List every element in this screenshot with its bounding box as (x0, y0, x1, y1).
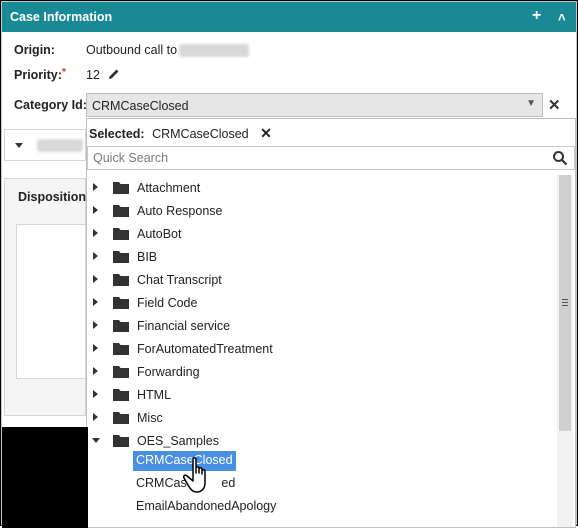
folder-label: Financial service (137, 319, 231, 333)
expanded-triangle-icon[interactable] (92, 438, 100, 443)
search-icon[interactable] (552, 150, 568, 166)
collapse-button[interactable]: ˄ (558, 8, 566, 28)
required-marker: * (61, 67, 66, 78)
tree-folder-item[interactable]: BIB (87, 246, 557, 268)
folder-icon (113, 343, 129, 355)
disposition-tab[interactable]: Disposition (18, 190, 86, 204)
tree-folder-item[interactable]: Forwarding (87, 361, 557, 383)
tree-leaf-item[interactable]: EmailAbandonedApology (133, 497, 279, 517)
collapsed-triangle-icon[interactable] (93, 252, 98, 260)
folder-label: HTML (137, 388, 172, 402)
selected-indicator: Selected: CRMCaseClosed ✕ (89, 125, 272, 141)
tree-folder-item[interactable]: HTML (87, 384, 557, 406)
panel-title: Case Information (10, 10, 113, 24)
expand-triangle-icon[interactable] (15, 143, 23, 148)
folder-label: ForAutomatedTreatment (137, 342, 273, 356)
folder-icon (113, 366, 129, 378)
folder-icon (113, 320, 129, 332)
case-information-panel: Case Information + ˄ Origin: Outbound ca… (1, 1, 577, 528)
tree-folder-item[interactable]: OES_Samples (87, 430, 557, 452)
redacted-section-title (37, 139, 83, 152)
scrollbar[interactable] (557, 175, 573, 527)
chevron-down-icon[interactable]: ▼ (526, 98, 536, 109)
folder-icon (113, 228, 129, 240)
background-dark-area (2, 427, 88, 528)
scrollbar-thumb[interactable] (559, 175, 571, 431)
collapsed-triangle-icon[interactable] (93, 275, 98, 283)
folder-label: AutoBot (137, 227, 182, 241)
folder-icon (113, 435, 129, 447)
folder-icon (113, 412, 129, 424)
folder-icon (113, 182, 129, 194)
collapsed-triangle-icon[interactable] (93, 390, 98, 398)
folder-label: Auto Response (137, 204, 223, 218)
origin-label: Origin: (14, 43, 55, 57)
folder-label: BIB (137, 250, 158, 264)
folder-label: Attachment (137, 181, 201, 195)
folder-icon (113, 251, 129, 263)
tree-folder-item[interactable]: AutoBot (87, 223, 557, 245)
collapsed-triangle-icon[interactable] (93, 321, 98, 329)
tree-folder-item[interactable]: Auto Response (87, 200, 557, 222)
category-id-value: CRMCaseClosed (92, 99, 189, 113)
collapsed-triangle-icon[interactable] (93, 298, 98, 306)
category-dropdown: Selected: CRMCaseClosed ✕ Attachment Auto… (86, 118, 576, 528)
folder-label: OES_Samples (137, 434, 219, 448)
category-tree: Attachment Auto Response AutoBot BIB Chat Tr… (87, 173, 557, 529)
quick-search-field[interactable] (87, 146, 575, 170)
panel-header: Case Information + ˄ (2, 2, 576, 32)
redacted-phone (179, 44, 250, 58)
clear-selection-icon[interactable]: ✕ (260, 125, 272, 141)
folder-label: Misc (137, 411, 163, 425)
tree-folder-item[interactable]: Financial service (87, 315, 557, 337)
folder-icon (113, 274, 129, 286)
hand-pointer-cursor-icon (183, 457, 206, 493)
tree-folder-item[interactable]: ForAutomatedTreatment (87, 338, 557, 360)
folder-label: Forwarding (137, 365, 200, 379)
tree-folder-item[interactable]: Attachment (87, 177, 557, 199)
disposition-content-box (16, 224, 86, 379)
tree-folder-item[interactable]: Chat Transcript (87, 269, 557, 291)
tree-folder-item[interactable]: Misc (87, 407, 557, 429)
origin-value: Outbound call to (86, 43, 250, 58)
add-button[interactable]: + (532, 6, 541, 26)
folder-label: Chat Transcript (137, 273, 222, 287)
collapsed-triangle-icon[interactable] (93, 183, 98, 191)
collapsed-triangle-icon[interactable] (93, 206, 98, 214)
priority-value: 12 (86, 68, 100, 82)
edit-pencil-icon[interactable] (108, 68, 120, 80)
tree-folder-item[interactable]: Field Code (87, 292, 557, 314)
priority-label: Priority:* (14, 67, 66, 82)
category-id-combobox[interactable]: CRMCaseClosed ▼ (86, 93, 543, 117)
selected-value: CRMCaseClosed (152, 127, 249, 141)
clear-category-button[interactable]: ✕ (548, 98, 561, 113)
folder-icon (113, 389, 129, 401)
collapsed-triangle-icon[interactable] (93, 413, 98, 421)
grip-icon (562, 299, 568, 300)
collapsed-triangle-icon[interactable] (93, 367, 98, 375)
collapsed-triangle-icon[interactable] (93, 344, 98, 352)
folder-label: Field Code (137, 296, 198, 310)
folder-icon (113, 205, 129, 217)
category-id-label: Category Id: (14, 98, 87, 112)
quick-search-input[interactable] (91, 148, 531, 168)
folder-icon (113, 297, 129, 309)
collapsed-triangle-icon[interactable] (93, 229, 98, 237)
